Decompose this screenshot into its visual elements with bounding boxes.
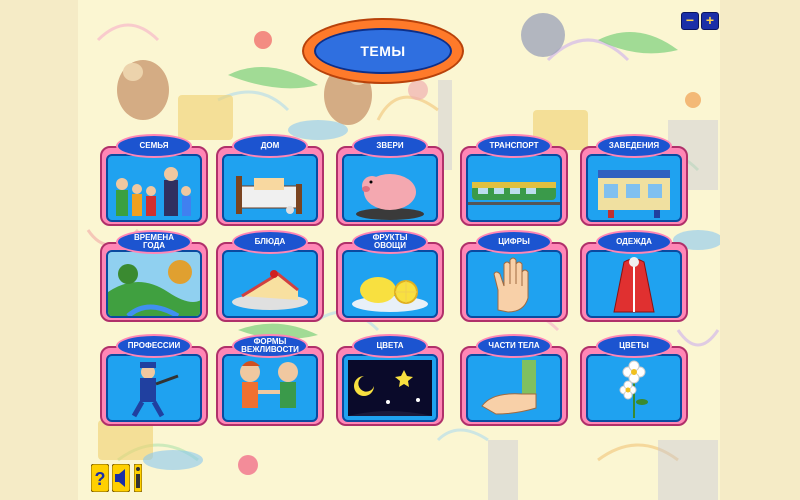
card-picture — [106, 154, 202, 222]
card-label-badge: ФОРМЫ ВЕЖЛИВОСТИ — [232, 334, 308, 358]
speaker-icon — [111, 463, 131, 493]
title-banner: ТЕМЫ — [304, 20, 462, 82]
family-icon — [116, 167, 191, 216]
card-picture — [342, 354, 438, 422]
card-label: ЦИФРЫ — [498, 237, 530, 246]
theme-card-7[interactable]: БЛЮДА — [216, 230, 324, 324]
card-label: СЕМЬЯ — [139, 141, 169, 150]
bed-icon — [236, 176, 302, 214]
card-label-badge: ПРОФЕССИИ — [116, 334, 192, 358]
landscape-icon — [108, 252, 200, 316]
people-greeting-icon — [240, 361, 298, 408]
card-picture — [222, 154, 318, 222]
card-picture — [342, 154, 438, 222]
card-picture — [466, 250, 562, 318]
police-icon — [131, 362, 179, 418]
card-picture — [466, 154, 562, 222]
help-icon: ? — [90, 463, 110, 493]
card-label-badge: ЧАСТИ ТЕЛА — [476, 334, 552, 358]
card-picture — [342, 250, 438, 318]
card-picture — [586, 354, 682, 422]
coat-icon — [613, 257, 655, 313]
zoom-out-button[interactable]: − — [681, 12, 699, 30]
daisy-icon — [619, 360, 648, 418]
card-label: ЦВЕТЫ — [619, 341, 649, 350]
theme-card-9[interactable]: ЦИФРЫ — [460, 230, 568, 324]
theme-card-2[interactable]: ДОМ — [216, 134, 324, 228]
theme-card-11[interactable]: ПРОФЕССИИ — [100, 334, 208, 428]
card-label: ЗАВЕДЕНИЯ — [608, 141, 660, 150]
card-label-badge: ЦИФРЫ — [476, 230, 552, 254]
card-picture — [106, 354, 202, 422]
hand-icon — [493, 257, 529, 313]
card-label: ОДЕЖДА — [616, 237, 652, 246]
card-label: ТРАНСПОРТ — [489, 141, 539, 150]
card-label-badge: ОДЕЖДА — [596, 230, 672, 254]
card-label: ЧАСТИ ТЕЛА — [488, 341, 540, 350]
card-picture — [586, 250, 682, 318]
lemon-icon — [352, 277, 428, 312]
building-icon — [598, 170, 670, 218]
zoom-in-button[interactable]: + — [701, 12, 719, 30]
page-title: ТЕМЫ — [314, 28, 452, 74]
theme-card-15[interactable]: ЦВЕТЫ — [580, 334, 688, 428]
card-label: ПРОФЕССИИ — [127, 341, 181, 350]
card-label-badge: ЦВЕТЫ — [596, 334, 672, 358]
card-picture — [586, 154, 682, 222]
card-label: БЛЮДА — [254, 237, 286, 246]
card-label: ЦВЕТА — [376, 341, 404, 350]
card-label: ФРУКТЫ ОВОЩИ — [372, 233, 408, 250]
help-button[interactable]: ? — [90, 463, 110, 493]
card-label: ВРЕМЕНА ГОДА — [133, 233, 174, 250]
cake-icon — [232, 270, 308, 310]
night-sky-icon — [348, 360, 432, 416]
card-label: ДОМ — [260, 141, 280, 150]
card-picture — [106, 250, 202, 318]
card-label-badge: ФРУКТЫ ОВОЩИ — [352, 230, 428, 254]
card-label-badge: СЕМЬЯ — [116, 134, 192, 158]
theme-card-8[interactable]: ФРУКТЫ ОВОЩИ — [336, 230, 444, 324]
svg-text:?: ? — [95, 469, 106, 489]
theme-card-5[interactable]: ЗАВЕДЕНИЯ — [580, 134, 688, 228]
info-icon — [133, 463, 143, 493]
theme-card-1[interactable]: СЕМЬЯ — [100, 134, 208, 228]
card-picture — [466, 354, 562, 422]
card-label-badge: БЛЮДА — [232, 230, 308, 254]
theme-card-12[interactable]: ФОРМЫ ВЕЖЛИВОСТИ — [216, 334, 324, 428]
card-label-badge: ВРЕМЕНА ГОДА — [116, 230, 192, 254]
theme-card-14[interactable]: ЧАСТИ ТЕЛА — [460, 334, 568, 428]
info-button[interactable] — [133, 463, 143, 493]
card-label: ФОРМЫ ВЕЖЛИВОСТИ — [241, 337, 299, 354]
card-label-badge: ЦВЕТА — [352, 334, 428, 358]
theme-card-3[interactable]: ЗВЕРИ — [336, 134, 444, 228]
pig-icon — [356, 174, 424, 220]
card-label-badge: ТРАНСПОРТ — [476, 134, 552, 158]
card-label-badge: ЗАВЕДЕНИЯ — [596, 134, 672, 158]
card-label-badge: ДОМ — [232, 134, 308, 158]
card-picture — [222, 250, 318, 318]
arm-icon — [481, 360, 537, 415]
train-icon — [468, 182, 560, 205]
exit-button[interactable] — [111, 463, 131, 493]
theme-card-4[interactable]: ТРАНСПОРТ — [460, 134, 568, 228]
card-label: ЗВЕРИ — [376, 141, 404, 150]
card-label-badge: ЗВЕРИ — [352, 134, 428, 158]
card-picture — [222, 354, 318, 422]
main-screen: − + ТЕМЫ СЕМЬЯ ДОМ ЗВЕРИ ТРАНСПОРТ ЗАВЕДЕНИЯ… — [78, 0, 720, 500]
theme-card-10[interactable]: ОДЕЖДА — [580, 230, 688, 324]
theme-card-6[interactable]: ВРЕМЕНА ГОДА — [100, 230, 208, 324]
theme-card-13[interactable]: ЦВЕТА — [336, 334, 444, 428]
